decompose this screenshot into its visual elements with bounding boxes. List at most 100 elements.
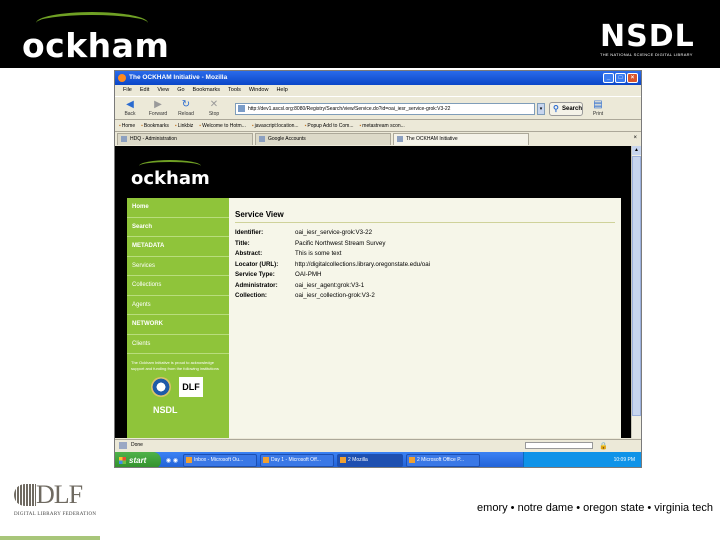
stop-icon: ✕ — [209, 99, 219, 110]
task-inbox[interactable]: Inbox - Microsoft Ou... — [183, 454, 257, 467]
bookmark-javascript[interactable]: javascript:location... — [252, 121, 299, 131]
nav-services[interactable]: Services — [127, 257, 229, 276]
field-collection: Collection: oai_iesr_collection-grok:V3-… — [235, 291, 430, 302]
stop-label: Stop — [208, 111, 220, 117]
quick-launch-icon[interactable]: ◉ ◉ — [161, 457, 183, 464]
field-label: Locator (URL): — [235, 260, 279, 268]
address-dropdown-button[interactable]: ▾ — [537, 103, 545, 115]
search-button[interactable]: ⚲ Search — [549, 102, 583, 116]
window-title: The OCKHAM Initiative - Mozilla — [129, 74, 228, 81]
dlf-sponsor-logo: DLF — [179, 377, 203, 397]
stop-button[interactable]: ✕ Stop — [203, 99, 225, 117]
nsdl-tagline: THE NATIONAL SCIENCE DIGITAL LIBRARY — [600, 52, 693, 57]
dlf-logo-mark — [14, 484, 36, 506]
tab-bar: HDQ - Administration Google Accounts The… — [115, 133, 641, 145]
field-value[interactable]: http://digitalcollections.library.oregon… — [295, 260, 430, 271]
menu-help[interactable]: Help — [276, 85, 287, 96]
tab-administration[interactable]: HDQ - Administration — [117, 133, 253, 145]
menu-edit[interactable]: Edit — [140, 85, 149, 96]
maximize-button[interactable]: □ — [615, 73, 626, 83]
nsf-seal-logo — [151, 377, 171, 397]
forward-button[interactable]: ▶ Forward — [147, 99, 169, 117]
minimize-button[interactable]: _ — [603, 73, 614, 83]
sponsor-logos: DLF — [151, 377, 229, 397]
address-bar[interactable]: http://dev1.ascsl.org:8080/Registry/Sear… — [235, 103, 535, 115]
side-nav: Home Search METADATA Services Collection… — [127, 198, 229, 438]
bookmark-metastream[interactable]: metastream scon... — [360, 121, 405, 131]
dlf-logo-text: DLF — [36, 480, 83, 509]
footer-rule — [0, 536, 100, 540]
menu-bookmarks[interactable]: Bookmarks — [193, 85, 221, 96]
status-icon — [119, 442, 127, 449]
scroll-thumb[interactable] — [632, 156, 641, 416]
menu-go[interactable]: Go — [177, 85, 184, 96]
field-label: Title: — [235, 239, 250, 247]
windows-taskbar: start ◉ ◉ Inbox - Microsoft Ou... Day 1 … — [115, 452, 641, 467]
status-progress-bar — [525, 442, 593, 449]
service-view-panel: Service View Identifier: oai_iesr_servic… — [229, 198, 621, 438]
bookmarks-toolbar: Home Bookmarks Linkbiz Welcome to Hotm..… — [115, 121, 641, 132]
menu-tools[interactable]: Tools — [228, 85, 241, 96]
bookmark-bookmarks[interactable]: Bookmarks — [141, 121, 169, 131]
menu-file[interactable]: File — [123, 85, 132, 96]
field-value[interactable]: oai_iesr_collection-grok:V3-2 — [295, 291, 375, 302]
vertical-scrollbar[interactable]: ▲ — [631, 146, 641, 438]
menu-window[interactable]: Window — [249, 85, 269, 96]
slide-header: ockham NSDL THE NATIONAL SCIENCE DIGITAL… — [0, 0, 720, 68]
reload-label: Reload — [178, 111, 194, 117]
search-icon: ⚲ — [553, 104, 559, 113]
sponsor-text: The Ockham Initiative is proud to acknow… — [131, 360, 219, 371]
page-content: ockham Home Search METADATA Services Col… — [115, 146, 631, 438]
nav-home[interactable]: Home — [127, 198, 229, 218]
footer-institutions: emory • notre dame • oregon state • virg… — [477, 502, 713, 514]
nav-agents[interactable]: Agents — [127, 296, 229, 315]
nav-metadata: METADATA — [127, 237, 229, 257]
field-title: Title: Pacific Northwest Stream Survey — [235, 239, 430, 250]
dlf-logo-caption: DIGITAL LIBRARY FEDERATION — [14, 512, 97, 517]
close-button[interactable]: × — [627, 73, 638, 83]
window-controls: _ □ × — [603, 73, 638, 83]
bookmark-linkbiz[interactable]: Linkbiz — [175, 121, 194, 131]
dlf-logo: DLF DIGITAL LIBRARY FEDERATION — [14, 480, 97, 522]
field-label: Administrator: — [235, 281, 278, 289]
bookmark-home[interactable]: Home — [119, 121, 135, 131]
back-button[interactable]: ◀ Back — [119, 99, 141, 117]
printer-icon: ▤ — [593, 99, 603, 110]
close-tab-icon[interactable]: × — [633, 135, 637, 141]
tray-clock: 10:09 PM — [613, 457, 635, 463]
scroll-up-icon[interactable]: ▲ — [632, 146, 641, 155]
field-service-type: Service Type: OAI-PMH — [235, 270, 430, 281]
field-locator: Locator (URL): http://digitalcollections… — [235, 260, 430, 271]
menu-bar: File Edit View Go Bookmarks Tools Window… — [115, 85, 641, 96]
nav-search[interactable]: Search — [127, 218, 229, 237]
task-day1[interactable]: Day 1 - Microsoft Off... — [260, 454, 334, 467]
forward-arrow-icon: ▶ — [154, 99, 162, 110]
page-logo: ockham — [131, 168, 210, 189]
back-label: Back — [124, 111, 136, 117]
field-label: Abstract: — [235, 250, 263, 257]
status-text: Done — [131, 442, 143, 448]
field-value[interactable]: oai_iesr_agent:grok:V3-1 — [295, 281, 364, 292]
nav-clients[interactable]: Clients — [127, 335, 229, 354]
system-tray: 10:09 PM — [523, 452, 641, 467]
start-button[interactable]: start — [115, 452, 161, 467]
search-label: Search — [562, 106, 583, 112]
print-button[interactable]: ▤ Print — [587, 99, 609, 117]
back-arrow-icon: ◀ — [126, 99, 134, 110]
nsdl-sponsor-logo: NSDL — [153, 405, 178, 415]
nav-collections[interactable]: Collections — [127, 276, 229, 296]
bookmark-hotmail[interactable]: Welcome to Hotm... — [199, 121, 246, 131]
bookmark-popup[interactable]: Popup Add to Com... — [305, 121, 353, 131]
tab-google-accounts[interactable]: Google Accounts — [255, 133, 391, 145]
menu-view[interactable]: View — [157, 85, 169, 96]
tab-ockham-initiative[interactable]: The OCKHAM Initiative — [393, 133, 529, 145]
status-bar: Done 🔒 — [115, 439, 641, 451]
task-mozilla[interactable]: 2 Mozilla — [337, 454, 403, 467]
field-identifier: Identifier: oai_iesr_service-grok:V3-22 — [235, 228, 430, 239]
title-divider — [235, 222, 615, 223]
browser-screenshot: The OCKHAM Initiative - Mozilla _ □ × Fi… — [114, 70, 642, 468]
reload-button[interactable]: ↻ Reload — [175, 99, 197, 117]
task-office[interactable]: 2 Microsoft Office P... — [406, 454, 480, 467]
field-abstract: Abstract: This is some text — [235, 249, 430, 260]
forward-label: Forward — [148, 111, 168, 117]
